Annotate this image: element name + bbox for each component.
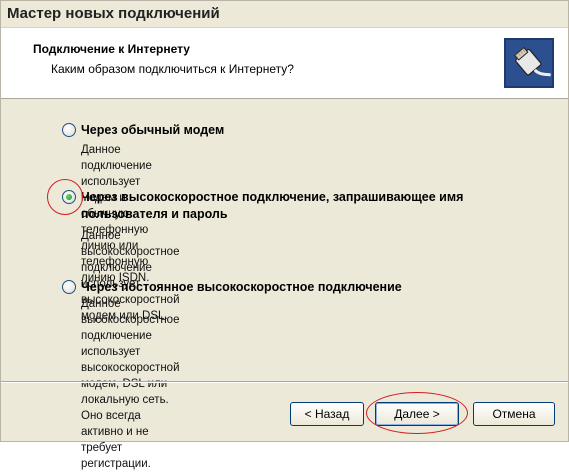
header-subtitle: Каким образом подключиться к Интернету? <box>51 62 294 76</box>
cancel-button[interactable]: Отмена <box>473 402 555 426</box>
wizard-window: Мастер новых подключений Подключение к И… <box>0 0 569 470</box>
description-line: модем, DSL или локальную сеть. Оно всегд… <box>81 378 169 454</box>
label-line: Через высокоскоростное подключение, запр… <box>81 190 464 204</box>
radio-always-on-broadband[interactable] <box>62 280 76 294</box>
button-separator <box>1 381 568 383</box>
title-bar: Мастер новых подключений <box>1 1 568 28</box>
label-line: пользователя и пароль <box>81 207 228 221</box>
wizard-header: Подключение к Интернету Каким образом по… <box>1 28 568 99</box>
annotation-circle-next <box>366 392 468 434</box>
option-always-on-label[interactable]: Через постоянное высокоскоростное подклю… <box>81 279 402 296</box>
header-title: Подключение к Интернету <box>33 42 190 56</box>
option-always-on-description: Данное высокоскоростное подключение испо… <box>81 296 180 472</box>
description-line: регистрации. <box>81 458 151 470</box>
option-dialup-label[interactable]: Через обычный модем <box>81 122 224 139</box>
radio-dialup-modem[interactable] <box>62 123 76 137</box>
window-title: Мастер новых подключений <box>7 5 220 22</box>
option-broadband-login-label[interactable]: Через высокоскоростное подключение, запр… <box>81 189 463 223</box>
options-area: Через обычный модем Данное подключение и… <box>1 99 568 470</box>
back-button[interactable]: < Назад <box>290 402 364 426</box>
network-cable-icon <box>504 38 554 88</box>
description-line: Данное высокоскоростное подключение испо… <box>81 298 180 374</box>
annotation-circle-radio <box>47 179 83 215</box>
